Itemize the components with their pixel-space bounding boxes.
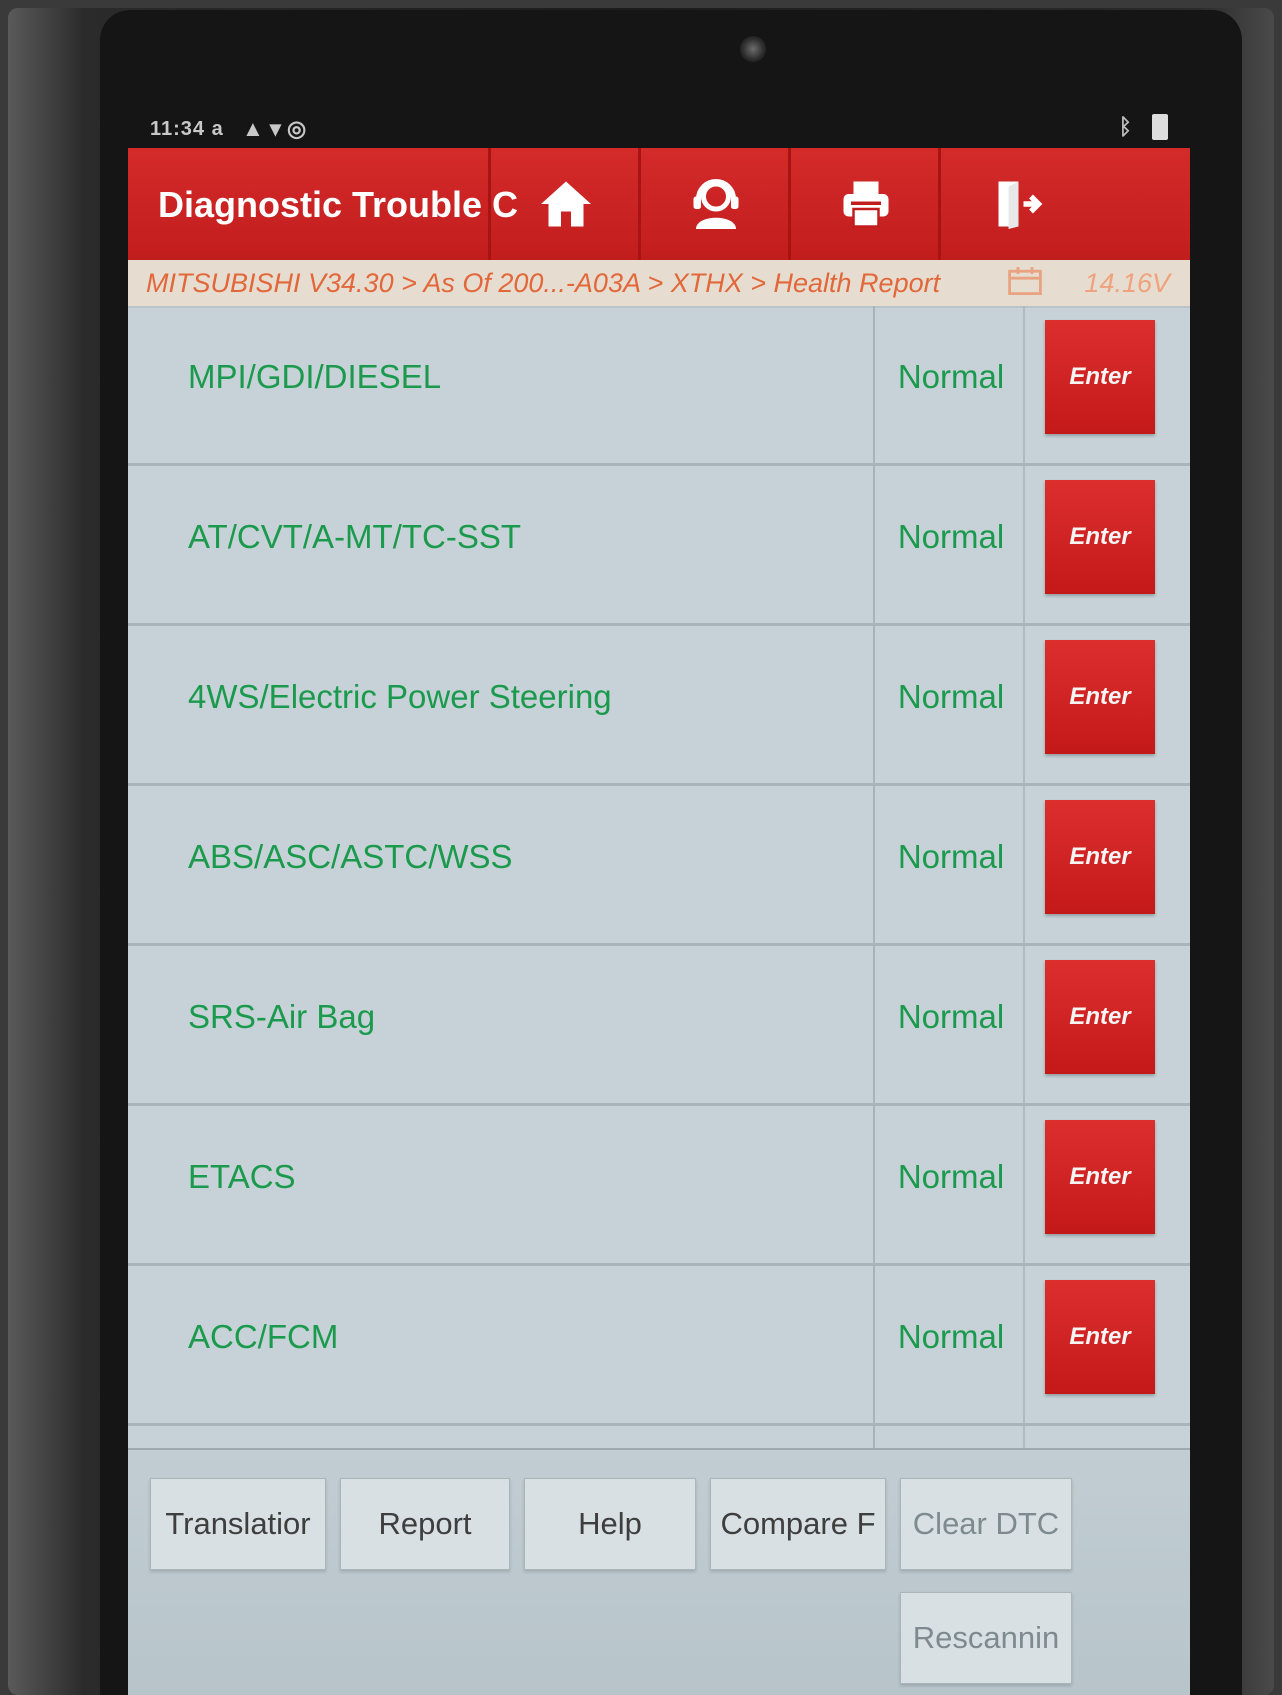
system-name: SRS-Air Bag (188, 998, 376, 1035)
column-divider (1023, 306, 1025, 463)
column-divider (1023, 946, 1025, 1103)
android-status-bar: 11:34 a ▲ ▾ ◎ ᛒ (150, 112, 1180, 146)
column-divider (873, 1266, 875, 1423)
column-divider (873, 466, 875, 623)
page-title: Diagnostic Trouble C (158, 184, 519, 225)
system-list: MPI/GDI/DIESEL Normal Enter AT/CVT/A-MT/… (128, 306, 1190, 1500)
system-status: Normal (897, 1318, 1005, 1355)
title-bar: Diagnostic Trouble C (128, 148, 1190, 260)
column-divider (1023, 626, 1025, 783)
front-camera (740, 36, 766, 62)
print-button[interactable] (788, 148, 941, 260)
enter-button[interactable]: Enter (1045, 1120, 1155, 1234)
system-status: Normal (897, 838, 1005, 875)
system-name: MPI/GDI/DIESEL (188, 358, 442, 395)
bottom-toolbar: Translatior Report Help Compare F Clear … (128, 1448, 1190, 1695)
system-row: AT/CVT/A-MT/TC-SST Normal Enter (128, 466, 1190, 626)
home-button[interactable] (488, 148, 641, 260)
exit-button[interactable] (938, 148, 1091, 260)
column-divider (873, 786, 875, 943)
system-row: ETACS Normal Enter (128, 1106, 1190, 1266)
translation-button[interactable]: Translatior (150, 1478, 326, 1570)
column-divider (873, 946, 875, 1103)
system-row: MPI/GDI/DIESEL Normal Enter (128, 306, 1190, 466)
system-row: 4WS/Electric Power Steering Normal Enter (128, 626, 1190, 786)
system-status: Normal (897, 358, 1005, 395)
column-divider (873, 306, 875, 463)
bluetooth-icon: ᛒ (1118, 114, 1132, 139)
report-button[interactable]: Report (340, 1478, 510, 1570)
enter-button[interactable]: Enter (1045, 800, 1155, 914)
enter-button[interactable]: Enter (1045, 960, 1155, 1074)
help-button[interactable]: Help (524, 1478, 696, 1570)
system-name: ABS/ASC/ASTC/WSS (188, 838, 513, 875)
home-icon (541, 181, 591, 227)
system-status: Normal (897, 1158, 1005, 1195)
battery-voltage: 14.16V (1084, 268, 1170, 298)
system-status: Normal (897, 678, 1005, 715)
column-divider (1023, 1106, 1025, 1263)
rescanning-button[interactable]: Rescannin (900, 1592, 1072, 1684)
system-row: ABS/ASC/ASTC/WSS Normal Enter (128, 786, 1190, 946)
support-agent-icon (693, 179, 739, 229)
enter-button[interactable]: Enter (1045, 640, 1155, 754)
printer-icon (843, 181, 889, 228)
enter-button[interactable]: Enter (1045, 320, 1155, 434)
enter-button[interactable]: Enter (1045, 480, 1155, 594)
system-row: ACC/FCM Normal Enter (128, 1266, 1190, 1426)
status-time: 11:34 a (150, 118, 224, 140)
clear-dtc-button[interactable]: Clear DTC (900, 1478, 1072, 1570)
system-name: AT/CVT/A-MT/TC-SST (188, 518, 522, 555)
column-divider (873, 1106, 875, 1263)
battery-icon (1152, 114, 1168, 140)
system-status: Normal (897, 998, 1005, 1035)
system-name: ACC/FCM (188, 1318, 339, 1355)
status-icons: ▲ ▾ ◎ (242, 116, 307, 141)
enter-button[interactable]: Enter (1045, 1280, 1155, 1394)
compare-button[interactable]: Compare F (710, 1478, 886, 1570)
system-name: 4WS/Electric Power Steering (188, 678, 612, 715)
system-status: Normal (897, 518, 1005, 555)
column-divider (1023, 466, 1025, 623)
column-divider (1023, 786, 1025, 943)
breadcrumb-path: MITSUBISHI V34.30 > As Of 200...-A03A > … (146, 268, 941, 298)
breadcrumb: MITSUBISHI V34.30 > As Of 200...-A03A > … (128, 260, 1190, 308)
app-screen: Diagnostic Trouble C MITSUBISHI V34.30 >… (128, 148, 1190, 1695)
system-name: ETACS (188, 1158, 296, 1195)
calendar-icon (1008, 267, 1042, 295)
support-button[interactable] (638, 148, 791, 260)
system-row: SRS-Air Bag Normal Enter (128, 946, 1190, 1106)
exit-icon (998, 181, 1043, 229)
column-divider (1023, 1266, 1025, 1423)
column-divider (873, 626, 875, 783)
